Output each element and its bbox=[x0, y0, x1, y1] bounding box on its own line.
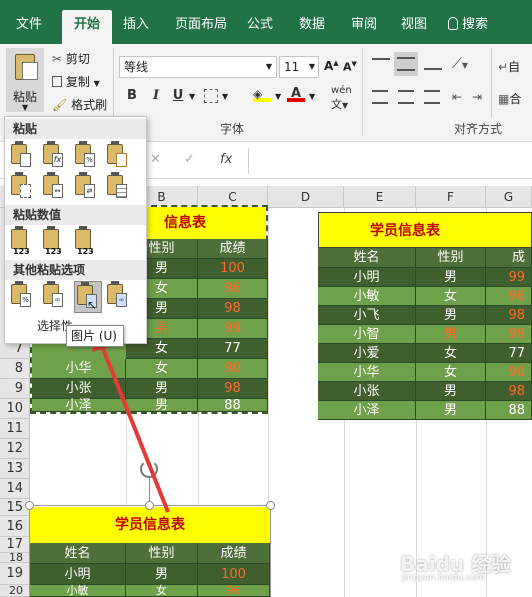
paste-link-icon[interactable]: ∞ bbox=[43, 281, 67, 310]
tooltip-picture: 图片 (U) bbox=[66, 325, 124, 347]
paste-picture-icon[interactable]: ↖ bbox=[74, 281, 102, 313]
transpose-icon[interactable]: ⇄ bbox=[75, 172, 99, 201]
values-icon-text: 123 bbox=[13, 247, 30, 256]
paste-values-source-format-icon[interactable]: 123 bbox=[75, 226, 99, 256]
paste-formulas-number-format-icon[interactable]: % bbox=[75, 141, 99, 170]
paste-values-icon[interactable]: 123 bbox=[11, 226, 35, 256]
watermark-url: jingyan.baidu.com bbox=[402, 573, 486, 583]
values-icon-text: 123 bbox=[45, 247, 62, 256]
keep-source-formatting-icon[interactable] bbox=[107, 141, 131, 170]
no-borders-icon[interactable] bbox=[11, 172, 35, 201]
paste-options-menu: 粘贴 fx % ↔ ⇄ 粘贴数值 123 123 123 其他粘贴选项 % ∞ … bbox=[4, 116, 147, 344]
paste-table-icon[interactable] bbox=[107, 172, 131, 201]
menu-section-values: 粘贴数值 bbox=[5, 205, 146, 225]
paste-formatting-icon[interactable]: % bbox=[11, 281, 35, 310]
cursor-icon: ↖ bbox=[87, 298, 98, 312]
paste-icon[interactable] bbox=[11, 141, 35, 170]
menu-section-other: 其他粘贴选项 bbox=[5, 260, 146, 280]
paste-formulas-icon[interactable]: fx bbox=[43, 141, 67, 170]
menu-section-paste: 粘贴 bbox=[5, 119, 146, 139]
keep-column-widths-icon[interactable]: ↔ bbox=[43, 172, 67, 201]
arrow-shaft bbox=[100, 345, 170, 513]
paste-linked-picture-icon[interactable]: ∞ bbox=[107, 281, 131, 310]
values-icon-text: 123 bbox=[77, 247, 94, 256]
paste-values-number-format-icon[interactable]: 123 bbox=[43, 226, 67, 256]
